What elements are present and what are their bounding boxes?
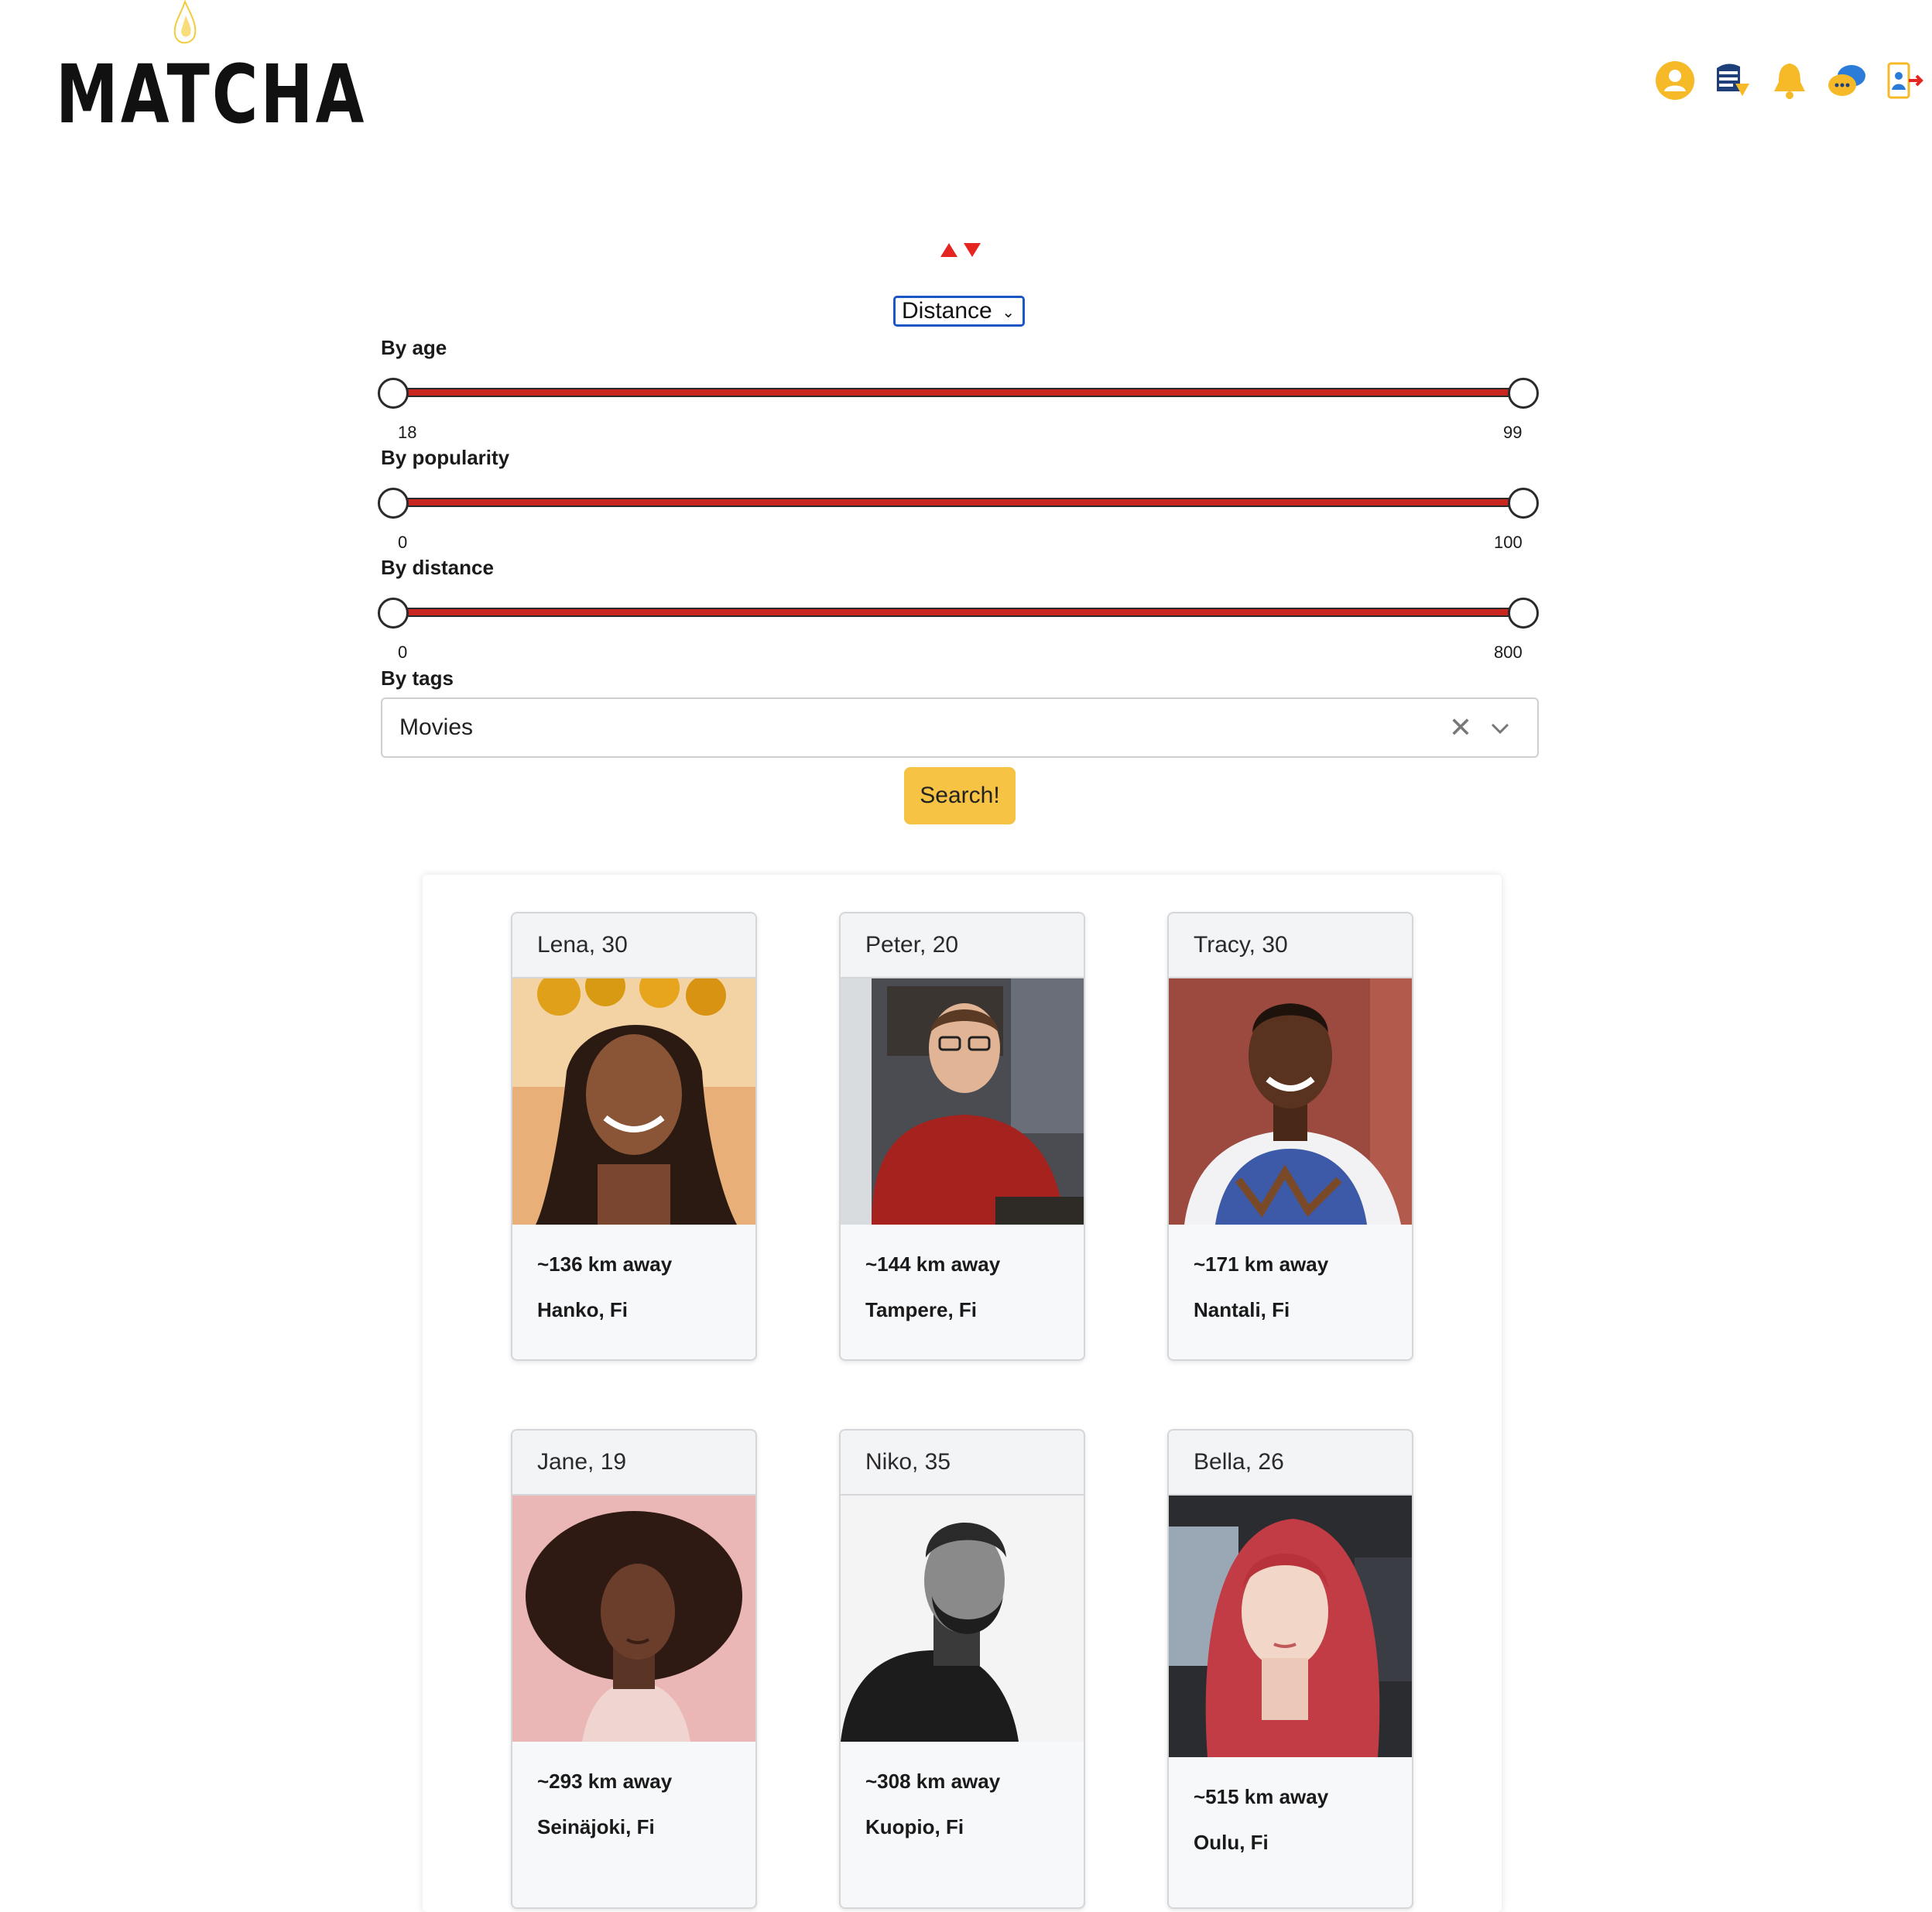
tags-select[interactable]: Movies ✕ (381, 697, 1539, 758)
popularity-min-value: 0 (398, 533, 408, 552)
popularity-min-handle[interactable] (378, 488, 409, 519)
distance-min-value: 0 (398, 642, 408, 662)
chat-icon[interactable] (1827, 59, 1867, 102)
profile-name-age: Tracy, 30 (1169, 913, 1412, 978)
profile-card[interactable]: Jane, 19 ~293 km away Seinäjoki, Fi (511, 1429, 757, 1909)
chevron-down-icon[interactable] (1489, 718, 1511, 739)
logout-icon[interactable] (1884, 59, 1924, 102)
distance-filter-label: By distance (381, 556, 494, 579)
profile-photo (1169, 1496, 1412, 1757)
clear-tags-icon[interactable]: ✕ (1449, 711, 1472, 744)
distance-max-handle[interactable] (1508, 598, 1539, 629)
profile-icon[interactable] (1655, 59, 1695, 102)
profile-distance: ~293 km away (537, 1770, 673, 1793)
age-filter-label: By age (381, 336, 447, 359)
profile-name-age: Bella, 26 (1169, 1431, 1412, 1496)
logo-drop-icon (173, 0, 197, 44)
age-min-handle[interactable] (378, 378, 409, 409)
profile-city: Kuopio, Fi (865, 1815, 964, 1838)
profile-distance: ~171 km away (1194, 1252, 1329, 1276)
search-button[interactable]: Search! (904, 767, 1016, 824)
logo-text: MATCHA (56, 47, 367, 142)
profile-card[interactable]: Niko, 35 ~308 km away Kuopio, Fi (839, 1429, 1085, 1909)
profile-city: Oulu, Fi (1194, 1831, 1269, 1854)
age-range-slider (378, 376, 1539, 410)
profile-name-age: Peter, 20 (841, 913, 1084, 978)
profile-distance: ~144 km away (865, 1252, 1001, 1276)
app-logo[interactable]: MATCHA (56, 0, 364, 147)
profile-photo (1169, 978, 1412, 1225)
popularity-slider-track[interactable] (393, 498, 1523, 507)
popularity-filter-label: By popularity (381, 446, 510, 469)
distance-range-slider (378, 596, 1539, 630)
profile-city: Tampere, Fi (865, 1298, 978, 1321)
profile-city: Hanko, Fi (537, 1298, 629, 1321)
age-max-handle[interactable] (1508, 378, 1539, 409)
tags-filter-label: By tags (381, 666, 454, 690)
profile-card[interactable]: Tracy, 30 ~171 km away Nantali, Fi (1167, 912, 1413, 1361)
results-panel: Lena, 30 ~136 km away Hanko, Fi Peter, 2… (423, 875, 1502, 1912)
sort-order-toggle (940, 243, 981, 257)
profile-name-age: Jane, 19 (512, 1431, 755, 1496)
age-max-value: 99 (1503, 423, 1523, 442)
profile-photo (512, 978, 755, 1225)
profile-city: Seinäjoki, Fi (537, 1815, 655, 1838)
sort-by-value: Distance (902, 298, 992, 324)
profile-name-age: Lena, 30 (512, 913, 755, 978)
profile-photo (512, 1496, 755, 1742)
profile-distance: ~136 km away (537, 1252, 673, 1276)
age-slider-track[interactable] (393, 388, 1523, 397)
profile-distance: ~515 km away (1194, 1785, 1329, 1808)
notifications-bell-icon[interactable] (1769, 59, 1810, 102)
popularity-max-handle[interactable] (1508, 488, 1539, 519)
profile-photo (841, 1496, 1084, 1742)
age-min-value: 18 (398, 423, 417, 442)
profile-name-age: Niko, 35 (841, 1431, 1084, 1496)
selected-tag: Movies (399, 714, 474, 740)
profile-card[interactable]: Lena, 30 ~136 km away Hanko, Fi (511, 912, 757, 1361)
distance-slider-track[interactable] (393, 608, 1523, 617)
profile-card[interactable]: Bella, 26 ~515 km away Oulu, Fi (1167, 1429, 1413, 1909)
sort-by-select[interactable]: Distance ⌄ (893, 296, 1025, 327)
distance-max-value: 800 (1494, 642, 1523, 662)
profile-distance: ~308 km away (865, 1770, 1001, 1793)
distance-min-handle[interactable] (378, 598, 409, 629)
chevron-down-icon: ⌄ (1002, 304, 1015, 321)
sort-ascending-icon[interactable] (940, 243, 957, 257)
profile-photo (841, 978, 1084, 1225)
sort-descending-icon[interactable] (964, 243, 981, 257)
popularity-range-slider (378, 486, 1539, 520)
top-nav (1655, 59, 1924, 102)
popularity-max-value: 100 (1494, 533, 1523, 552)
history-icon[interactable] (1712, 59, 1752, 102)
profile-city: Nantali, Fi (1194, 1298, 1290, 1321)
profile-card[interactable]: Peter, 20 ~144 km away Tampere, Fi (839, 912, 1085, 1361)
